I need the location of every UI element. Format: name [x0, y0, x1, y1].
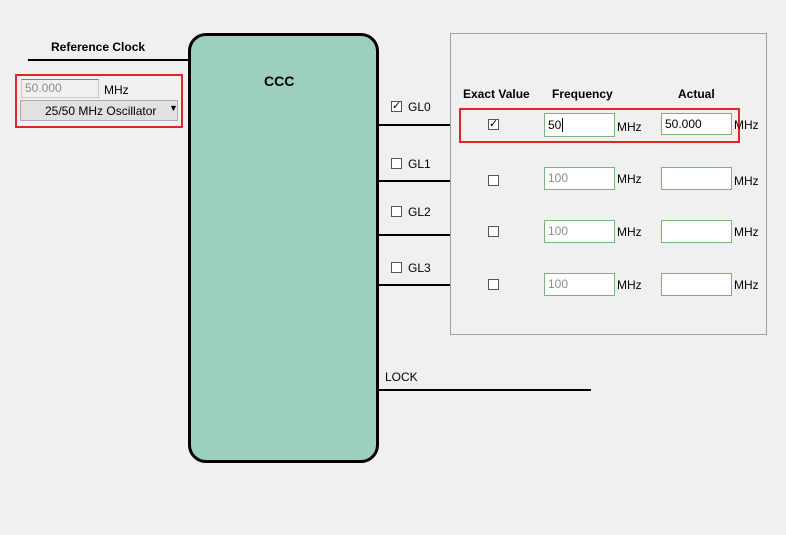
ccc-block: [188, 33, 379, 463]
reference-source-dropdown[interactable]: 25/50 MHz Oscillator ▼: [20, 100, 178, 121]
gl0-label: GL0: [408, 100, 431, 114]
gl3-checkbox[interactable]: [391, 262, 402, 273]
gl1-frequency-input[interactable]: 100: [544, 167, 615, 190]
reference-frequency-unit: MHz: [104, 83, 129, 97]
gl2-checkbox[interactable]: [391, 206, 402, 217]
gl2-exact-checkbox[interactable]: [488, 226, 499, 237]
gl3-frequency-unit: MHz: [617, 278, 642, 292]
ccc-title: CCC: [264, 73, 295, 89]
gl0-actual-unit: MHz: [734, 118, 759, 132]
gl3-frequency-input[interactable]: 100: [544, 273, 615, 296]
reference-clock-line: [28, 59, 188, 61]
lock-line: [379, 389, 591, 391]
gl2-line: [379, 234, 451, 236]
gl0-line: [379, 124, 451, 126]
gl2-frequency-unit: MHz: [617, 225, 642, 239]
gl0-actual-field: 50.000: [661, 113, 732, 135]
reference-frequency-input[interactable]: 50.000: [21, 79, 99, 98]
gl2-actual-unit: MHz: [734, 225, 759, 239]
reference-source-value: 25/50 MHz Oscillator: [45, 104, 157, 118]
frequency-header: Frequency: [552, 87, 613, 101]
gl0-frequency-input[interactable]: 50: [544, 113, 615, 137]
lock-label: LOCK: [385, 370, 418, 384]
gl2-frequency-input[interactable]: 100: [544, 220, 615, 243]
gl3-line: [379, 284, 451, 286]
actual-header: Actual: [678, 87, 715, 101]
gl1-line: [379, 180, 451, 182]
gl3-actual-unit: MHz: [734, 278, 759, 292]
chevron-down-icon: ▼: [169, 103, 178, 113]
gl1-exact-checkbox[interactable]: [488, 175, 499, 186]
exact-value-header: Exact Value: [463, 87, 530, 101]
gl0-frequency-unit: MHz: [617, 120, 642, 134]
gl1-actual-unit: MHz: [734, 174, 759, 188]
gl3-label: GL3: [408, 261, 431, 275]
gl1-frequency-unit: MHz: [617, 172, 642, 186]
gl2-actual-field: [661, 220, 732, 243]
gl1-checkbox[interactable]: [391, 158, 402, 169]
gl0-checkbox[interactable]: ✓: [391, 101, 402, 112]
gl2-label: GL2: [408, 205, 431, 219]
gl1-actual-field: [661, 167, 732, 190]
gl3-exact-checkbox[interactable]: [488, 279, 499, 290]
gl3-actual-field: [661, 273, 732, 296]
reference-clock-title: Reference Clock: [51, 40, 146, 54]
gl0-exact-checkbox[interactable]: ✓: [488, 119, 499, 130]
gl1-label: GL1: [408, 157, 431, 171]
